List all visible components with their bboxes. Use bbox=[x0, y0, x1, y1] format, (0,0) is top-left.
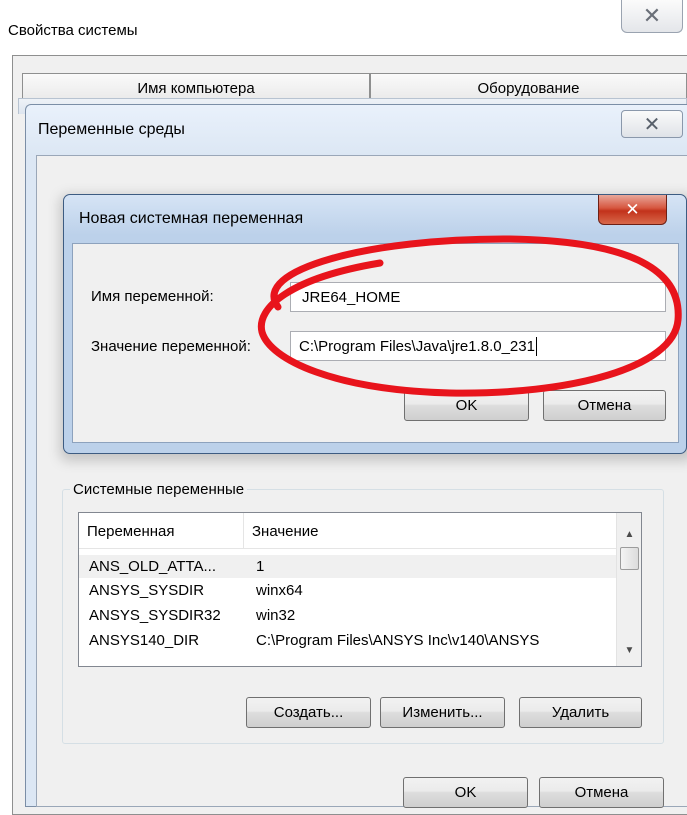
variable-value-label: Значение переменной: bbox=[91, 338, 251, 355]
scrollbar-thumb[interactable] bbox=[620, 547, 639, 570]
create-button[interactable]: Создать... bbox=[246, 697, 371, 728]
system-properties-title: Свойства системы bbox=[8, 22, 138, 39]
variable-name-label: Имя переменной: bbox=[91, 288, 214, 305]
system-variables-legend: Системные переменные bbox=[70, 481, 248, 498]
text-caret bbox=[535, 336, 537, 356]
system-properties-close-button[interactable]: ✕ bbox=[621, 0, 683, 33]
new-variable-close-button[interactable]: ✕ bbox=[598, 195, 667, 225]
variable-value-cell: 1 bbox=[256, 558, 265, 575]
scroll-up-icon[interactable]: ▲ bbox=[617, 525, 641, 543]
variable-value-cell: C:\Program Files\ANSYS Inc\v140\ANSYS bbox=[256, 632, 540, 649]
column-header-variable[interactable]: Переменная bbox=[79, 513, 244, 549]
edit-button[interactable]: Изменить... bbox=[380, 697, 505, 728]
new-variable-dialog-title: Новая системная переменная bbox=[79, 210, 304, 227]
close-icon: ✕ bbox=[642, 3, 662, 28]
environment-variables-title: Переменные среды bbox=[38, 121, 185, 138]
environment-variables-close-button[interactable]: ✕ bbox=[621, 110, 683, 138]
close-icon: ✕ bbox=[625, 199, 640, 219]
variable-value-text: C:\Program Files\Java\jre1.8.0_231 bbox=[299, 337, 535, 355]
scroll-down-icon[interactable]: ▼ bbox=[617, 641, 641, 659]
table-row[interactable]: ANS_OLD_ATTA... 1 bbox=[79, 555, 616, 578]
new-variable-ok-button[interactable]: OK bbox=[404, 390, 529, 421]
variable-name-text: JRE64_HOME bbox=[302, 288, 401, 306]
table-row[interactable]: ANSYS140_DIR C:\Program Files\ANSYS Inc\… bbox=[79, 629, 616, 652]
variable-value-cell: win32 bbox=[256, 607, 296, 624]
close-icon: ✕ bbox=[643, 113, 661, 136]
variable-value-cell: winx64 bbox=[256, 582, 303, 599]
system-variables-list[interactable]: Переменная Значение ANS_OLD_ATTA... 1 AN… bbox=[78, 512, 642, 667]
environment-cancel-button[interactable]: Отмена bbox=[539, 777, 664, 808]
delete-button[interactable]: Удалить bbox=[519, 697, 642, 728]
column-header-value[interactable]: Значение bbox=[244, 513, 616, 549]
table-row[interactable]: ANSYS_SYSDIR32 win32 bbox=[79, 604, 616, 627]
tab-label: Имя компьютера bbox=[137, 80, 255, 97]
variable-value-input[interactable]: C:\Program Files\Java\jre1.8.0_231 bbox=[290, 331, 666, 361]
new-variable-cancel-button[interactable]: Отмена bbox=[543, 390, 666, 421]
variable-name-input[interactable]: JRE64_HOME bbox=[290, 282, 666, 312]
variable-name-cell: ANSYS_SYSDIR32 bbox=[89, 607, 221, 624]
vertical-scrollbar[interactable]: ▲ ▼ bbox=[616, 513, 641, 666]
tab-label: Оборудование bbox=[477, 80, 580, 97]
variable-name-cell: ANSYS_SYSDIR bbox=[89, 582, 205, 599]
table-row[interactable]: ANSYS_SYSDIR winx64 bbox=[79, 579, 616, 602]
list-header: Переменная Значение bbox=[79, 513, 616, 549]
variable-name-cell: ANSYS140_DIR bbox=[89, 632, 200, 649]
variable-name-cell: ANS_OLD_ATTA... bbox=[89, 558, 216, 575]
environment-ok-button[interactable]: OK bbox=[403, 777, 528, 808]
